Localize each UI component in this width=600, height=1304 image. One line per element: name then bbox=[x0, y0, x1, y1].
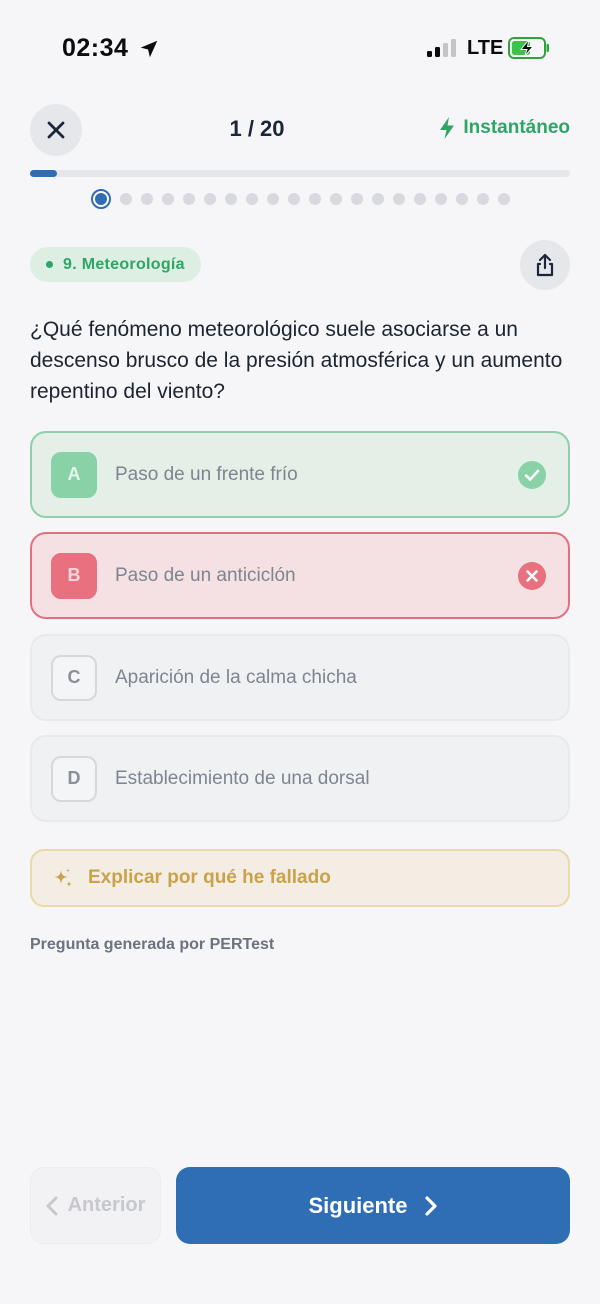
battery-charging-icon bbox=[508, 37, 549, 59]
category-badge: 9. Meteorología bbox=[30, 247, 201, 282]
question-counter: 1 / 20 bbox=[229, 116, 285, 141]
bolt-icon bbox=[440, 117, 455, 139]
generated-by-note: Pregunta generada por PERTest bbox=[30, 936, 275, 953]
question-dot[interactable] bbox=[141, 193, 153, 205]
close-button[interactable] bbox=[30, 104, 82, 156]
question-dot[interactable] bbox=[267, 193, 279, 205]
question-dot[interactable] bbox=[162, 193, 174, 205]
status-bar: 02:34 LTE bbox=[0, 0, 600, 96]
question-dot[interactable] bbox=[288, 193, 300, 205]
sparkle-icon bbox=[54, 868, 72, 887]
question-dot[interactable] bbox=[183, 193, 195, 205]
chevron-right-icon bbox=[424, 1195, 437, 1216]
option-b[interactable]: B Paso de un anticiclón bbox=[30, 532, 570, 619]
question-text: ¿Qué fenómeno meteorológico suele asocia… bbox=[30, 318, 563, 403]
category-dot bbox=[46, 261, 53, 268]
share-button[interactable] bbox=[520, 240, 570, 290]
location-arrow-icon bbox=[140, 40, 158, 58]
x-circle-icon bbox=[518, 562, 546, 590]
question-dot[interactable] bbox=[372, 193, 384, 205]
signal-bars-icon bbox=[427, 39, 456, 57]
next-label: Siguiente bbox=[308, 1192, 408, 1218]
question-dot[interactable] bbox=[246, 193, 258, 205]
option-letter: B bbox=[51, 552, 97, 599]
question-dot[interactable] bbox=[414, 193, 426, 205]
question-dot[interactable] bbox=[330, 193, 342, 205]
category-label: 9. Meteorología bbox=[63, 255, 185, 273]
explain-button[interactable]: Explicar por qué he fallado bbox=[30, 849, 570, 907]
status-time: 02:34 bbox=[62, 34, 129, 62]
previous-button[interactable]: Anterior bbox=[30, 1167, 161, 1244]
option-text: Paso de un frente frío bbox=[115, 463, 298, 485]
option-text: Establecimiento de una dorsal bbox=[115, 767, 370, 789]
question-dot[interactable] bbox=[225, 193, 237, 205]
question-dot-current[interactable] bbox=[91, 189, 111, 209]
question-dot[interactable] bbox=[456, 193, 468, 205]
progress-fill bbox=[30, 170, 57, 177]
chevron-left-icon bbox=[46, 1196, 58, 1215]
question-dot[interactable] bbox=[435, 193, 447, 205]
question-dot[interactable] bbox=[498, 193, 510, 205]
check-circle-icon bbox=[518, 461, 546, 489]
question-dot[interactable] bbox=[393, 193, 405, 205]
question-dot[interactable] bbox=[120, 193, 132, 205]
option-text: Aparición de la calma chicha bbox=[115, 666, 357, 688]
share-icon bbox=[536, 253, 554, 277]
network-label: LTE bbox=[467, 37, 504, 59]
option-text: Paso de un anticiclón bbox=[115, 564, 296, 586]
explain-label: Explicar por qué he fallado bbox=[88, 867, 331, 888]
option-letter: D bbox=[51, 755, 97, 802]
mode-label: Instantáneo bbox=[463, 117, 570, 138]
progress-bar bbox=[30, 170, 570, 177]
question-dot[interactable] bbox=[204, 193, 216, 205]
option-a[interactable]: A Paso de un frente frío bbox=[30, 431, 570, 518]
next-button[interactable]: Siguiente bbox=[176, 1167, 570, 1244]
question-dot[interactable] bbox=[309, 193, 321, 205]
option-letter: C bbox=[51, 654, 97, 701]
mode-indicator[interactable]: Instantáneo bbox=[437, 116, 570, 140]
question-dots bbox=[91, 189, 510, 209]
option-d[interactable]: D Establecimiento de una dorsal bbox=[30, 735, 570, 822]
question-dot[interactable] bbox=[477, 193, 489, 205]
option-c[interactable]: C Aparición de la calma chicha bbox=[30, 634, 570, 721]
previous-label: Anterior bbox=[67, 1194, 146, 1216]
close-icon bbox=[47, 121, 65, 139]
option-letter: A bbox=[51, 451, 97, 498]
question-dot[interactable] bbox=[351, 193, 363, 205]
